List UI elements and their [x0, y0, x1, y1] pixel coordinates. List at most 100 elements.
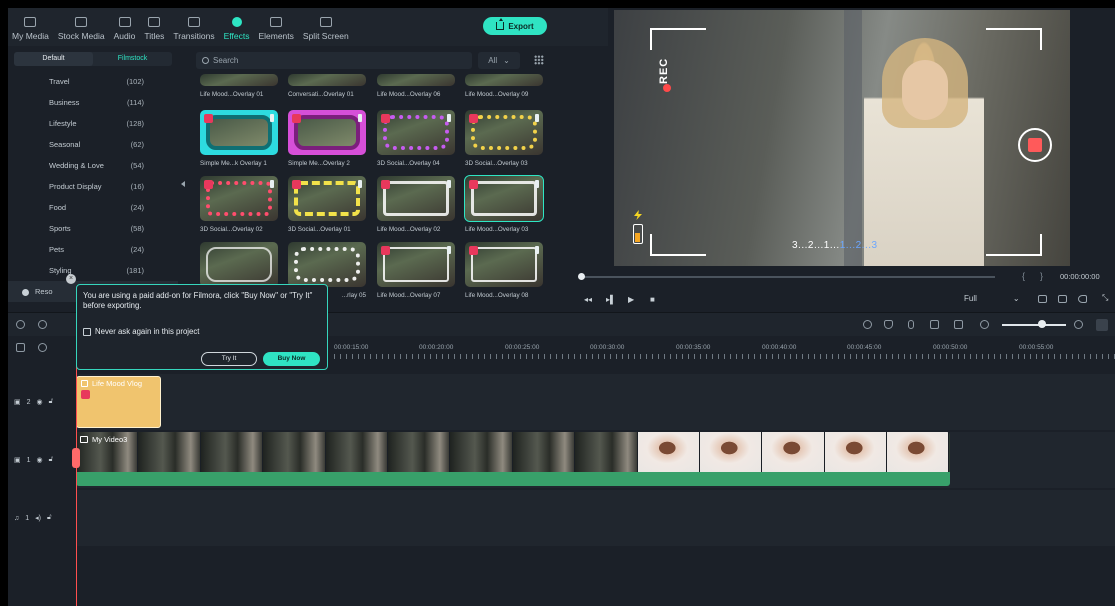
monitor-icon[interactable]: [1038, 295, 1047, 303]
category-item[interactable]: Product Display (16): [8, 176, 178, 197]
effect-tile[interactable]: 3D Social...Overlay 01: [288, 176, 366, 233]
zoom-out-icon[interactable]: [980, 320, 989, 329]
zoom-slider-handle[interactable]: [1038, 320, 1046, 328]
tab-transitions[interactable]: Transitions: [173, 17, 215, 46]
effect-tile[interactable]: Life Mood...Overlay 07: [377, 242, 455, 299]
category-item[interactable]: Pets (24): [8, 239, 178, 260]
track-lane-overlay[interactable]: [76, 374, 1115, 430]
tab-label: Titles: [144, 31, 165, 41]
effect-thumbnail: [465, 74, 543, 86]
tab-stock-media[interactable]: Stock Media: [58, 17, 105, 46]
eye-icon[interactable]: ◉: [37, 456, 43, 464]
category-item[interactable]: Styling (181): [8, 260, 178, 281]
add-track-icon[interactable]: [16, 343, 25, 352]
category-name: Food: [49, 203, 67, 212]
video-preview[interactable]: REC 3...2...1...1...2...3: [614, 10, 1070, 268]
microphone-icon[interactable]: [908, 320, 914, 329]
tab-filmstock[interactable]: Filmstock: [93, 52, 172, 66]
category-item[interactable]: Lifestyle (128): [8, 113, 178, 134]
music-note-icon[interactable]: [930, 320, 939, 329]
zoom-slider[interactable]: [1002, 324, 1066, 326]
effect-caption: Life Mood...Overlay 06: [377, 91, 441, 98]
effect-tile[interactable]: Life Mood...Overlay 01: [200, 74, 278, 98]
collapse-panel-icon[interactable]: [181, 181, 185, 187]
tab-label: Split Screen: [302, 31, 349, 41]
volume-icon[interactable]: [1078, 295, 1087, 303]
category-item[interactable]: Business (114): [8, 92, 178, 113]
tab-effects[interactable]: Effects: [224, 17, 249, 46]
effect-tile[interactable]: 3D Social...Overlay 02: [200, 176, 278, 233]
speaker-icon[interactable]: ◂): [35, 514, 41, 522]
search-input[interactable]: Search: [196, 52, 472, 69]
play-icon[interactable]: ▶: [628, 295, 634, 304]
effect-tile[interactable]: Life Mood...Overlay 03: [464, 175, 544, 233]
category-item[interactable]: Wedding & Love (54): [8, 155, 178, 176]
zoom-in-icon[interactable]: [1074, 320, 1083, 329]
lock-icon[interactable]: 🔓︎: [49, 456, 54, 464]
export-button[interactable]: Export: [483, 17, 547, 35]
playhead[interactable]: [76, 336, 77, 606]
mark-out-icon[interactable]: }: [1040, 271, 1043, 281]
tab-default[interactable]: Default: [14, 52, 93, 66]
effect-tile[interactable]: Life Mood...Overlay 08: [465, 242, 543, 299]
render-icon[interactable]: [863, 320, 872, 329]
try-it-button[interactable]: Try It: [201, 352, 257, 366]
scrub-bar[interactable]: [580, 276, 995, 278]
download-icon: [535, 180, 539, 188]
clip-frame: [887, 432, 950, 472]
snapshot-icon[interactable]: [1058, 295, 1067, 303]
tab-audio[interactable]: Audio: [114, 17, 135, 46]
video-clip[interactable]: My Video3: [76, 432, 950, 486]
effect-tile[interactable]: Life Mood...Overlay 02: [377, 176, 455, 233]
eye-icon[interactable]: ◉: [37, 398, 43, 406]
filter-dropdown[interactable]: All ⌄: [478, 52, 520, 69]
effect-tile[interactable]: Life Mood...Overlay 06: [377, 74, 455, 98]
undo-icon[interactable]: [16, 320, 25, 329]
effect-tile[interactable]: 3D Social...Overlay 04: [377, 110, 455, 167]
category-item[interactable]: Sports (58): [8, 218, 178, 239]
shield-icon[interactable]: [884, 320, 893, 329]
premium-badge-icon: [469, 246, 478, 255]
mark-in-icon[interactable]: {: [1022, 271, 1025, 281]
quality-dropdown[interactable]: Full ⌄: [964, 294, 1020, 303]
effect-tile[interactable]: Simple Me...k Overlay 1: [200, 110, 278, 167]
panel-toggle-icon[interactable]: [1096, 319, 1108, 331]
subtitle-icon[interactable]: [954, 320, 963, 329]
lock-icon[interactable]: 🔓︎: [49, 398, 54, 406]
scrub-handle[interactable]: [578, 273, 585, 280]
clip-frame: [762, 432, 825, 472]
step-icon[interactable]: ▸▌: [606, 295, 616, 304]
overlay-frame: [471, 247, 537, 282]
overlay-clip[interactable]: Life Mood Vlog: [76, 376, 161, 428]
playhead-handle[interactable]: [72, 448, 80, 468]
tab-label: Transitions: [173, 31, 215, 41]
overlay-frame: [206, 181, 272, 216]
filmora-window: My Media Stock Media Audio Titles Transi…: [8, 8, 1115, 606]
buy-now-button[interactable]: Buy Now: [263, 352, 320, 366]
fullscreen-icon[interactable]: ⤡: [1102, 293, 1108, 303]
category-item[interactable]: Travel (102): [8, 71, 178, 92]
tab-titles[interactable]: Titles: [144, 17, 164, 46]
title-icon: [148, 17, 161, 27]
category-item[interactable]: Seasonal (62): [8, 134, 178, 155]
stop-icon[interactable]: ■: [650, 295, 655, 304]
effect-tile[interactable]: 3D Social...Overlay 03: [465, 110, 543, 167]
category-item[interactable]: Food (24): [8, 197, 178, 218]
tab-my-media[interactable]: My Media: [12, 17, 49, 46]
redo-icon[interactable]: [38, 320, 47, 329]
prev-frame-icon[interactable]: ◂◂: [584, 295, 592, 304]
countdown-blue: 1...2...3: [839, 240, 878, 251]
track-lane-audio[interactable]: [76, 490, 1115, 546]
link-icon[interactable]: [38, 343, 47, 352]
tab-elements[interactable]: Elements: [258, 17, 294, 46]
never-ask-checkbox[interactable]: Never ask again in this project: [83, 327, 199, 336]
lock-icon[interactable]: 🔓︎: [47, 514, 52, 522]
effect-caption: Simple Me...k Overlay 1: [200, 160, 267, 167]
effect-tile[interactable]: Simple Me...Overlay 2: [288, 110, 366, 167]
tab-split-screen[interactable]: Split Screen: [303, 17, 349, 46]
category-count: (24): [130, 203, 144, 212]
effect-tile[interactable]: Conversati...Overlay 01: [288, 74, 366, 98]
effect-tile[interactable]: Life Mood...Overlay 09: [465, 74, 543, 98]
close-icon[interactable]: ×: [66, 274, 76, 284]
grid-view-icon[interactable]: [534, 55, 544, 65]
